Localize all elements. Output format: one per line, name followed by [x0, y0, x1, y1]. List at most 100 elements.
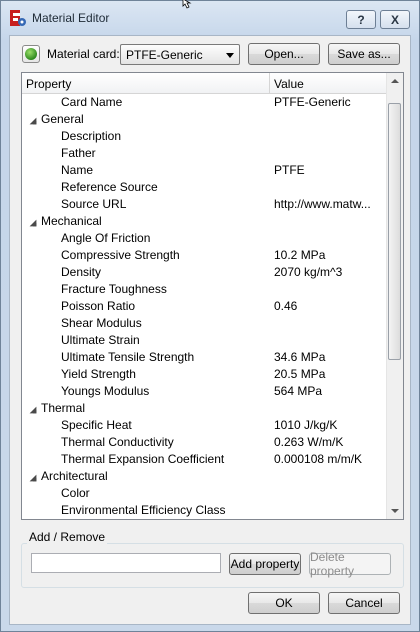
- property-name: Environmental Efficiency Class: [61, 503, 226, 517]
- property-value[interactable]: 0.263 W/m/K: [274, 434, 386, 451]
- tree-property-row[interactable]: Compressive Strength 10.2 MPa: [22, 247, 387, 264]
- group-name: Mechanical: [41, 214, 102, 228]
- tree-rows: Card Name PTFE-Generic General Description F…: [22, 94, 387, 519]
- tree-property-row[interactable]: Thermal Conductivity 0.263 W/m/K: [22, 434, 387, 451]
- tree-property-row[interactable]: Father: [22, 145, 387, 162]
- column-header-property[interactable]: Property: [26, 77, 71, 91]
- tree-property-row[interactable]: Reference Source: [22, 179, 387, 196]
- cancel-button[interactable]: Cancel: [328, 592, 400, 614]
- property-value[interactable]: 564 MPa: [274, 383, 386, 400]
- vertical-scrollbar[interactable]: [386, 73, 403, 519]
- tree-group-row[interactable]: Mechanical: [22, 213, 387, 230]
- tree-property-row[interactable]: Specific Heat 1010 J/kg/K: [22, 417, 387, 434]
- tree-property-row[interactable]: Youngs Modulus 564 MPa: [22, 383, 387, 400]
- tree-property-row[interactable]: Thermal Expansion Coefficient 0.000108 m/…: [22, 451, 387, 468]
- mouse-cursor-icon: [182, 0, 192, 9]
- tree-group-row[interactable]: Architectural: [22, 468, 387, 485]
- scroll-up-icon[interactable]: [391, 79, 399, 83]
- property-value[interactable]: 0.46: [274, 298, 386, 315]
- expanded-arrow-icon[interactable]: [29, 117, 37, 125]
- property-value[interactable]: 2070 kg/m^3: [274, 264, 386, 281]
- property-name: Card Name: [61, 95, 123, 109]
- property-name: Thermal Conductivity: [61, 435, 174, 449]
- scrollbar-thumb[interactable]: [388, 103, 401, 360]
- property-value[interactable]: PTFE-Generic: [274, 94, 386, 111]
- property-value[interactable]: 1010 J/kg/K: [274, 417, 386, 434]
- property-name: Shear Modulus: [61, 316, 142, 330]
- material-card-select[interactable]: PTFE-Generic: [120, 44, 240, 65]
- tree-property-row[interactable]: Environmental Efficiency Class: [22, 502, 387, 519]
- help-button[interactable]: ?: [346, 10, 376, 29]
- ok-button[interactable]: OK: [248, 592, 320, 614]
- property-name: Specific Heat: [61, 418, 132, 432]
- close-button[interactable]: X: [380, 10, 410, 29]
- property-name: Angle Of Friction: [61, 231, 151, 245]
- tree-header: Property Value: [22, 73, 387, 94]
- property-name: Poisson Ratio: [61, 299, 136, 313]
- property-name: Fracture Toughness: [61, 282, 167, 296]
- add-remove-title: Add / Remove: [27, 530, 108, 544]
- property-name: Color: [61, 486, 90, 500]
- tree-property-row[interactable]: Shear Modulus: [22, 315, 387, 332]
- property-name: Ultimate Tensile Strength: [61, 350, 195, 364]
- tree-property-row[interactable]: Ultimate Strain: [22, 332, 387, 349]
- material-globe-icon: [25, 48, 37, 60]
- property-name: Name: [61, 163, 94, 177]
- column-separator[interactable]: [269, 73, 270, 93]
- property-tree[interactable]: Property Value Card Name PTFE-Generic Gene…: [21, 72, 404, 520]
- window-title: Material Editor: [32, 11, 110, 25]
- save-as-button[interactable]: Save as...: [328, 43, 400, 65]
- chevron-down-icon: [226, 53, 234, 58]
- material-card-button[interactable]: [22, 45, 40, 63]
- tree-property-row[interactable]: Ultimate Tensile Strength 34.6 MPa: [22, 349, 387, 366]
- tree-property-row[interactable]: Fracture Toughness: [22, 281, 387, 298]
- tree-property-row[interactable]: Card Name PTFE-Generic: [22, 94, 387, 111]
- close-icon: X: [390, 12, 399, 27]
- tree-property-row[interactable]: Angle Of Friction: [22, 230, 387, 247]
- property-name: Father: [61, 146, 96, 160]
- column-header-value[interactable]: Value: [274, 77, 304, 91]
- property-value[interactable]: 20.5 MPa: [274, 366, 386, 383]
- property-name: Yield Strength: [61, 367, 136, 381]
- group-name: Architectural: [41, 469, 108, 483]
- property-value[interactable]: http://www.matw...: [274, 196, 386, 213]
- property-name-input[interactable]: [31, 553, 221, 573]
- material-card-label: Material card:: [47, 47, 120, 61]
- property-value[interactable]: PTFE: [274, 162, 386, 179]
- tree-group-row[interactable]: Thermal: [22, 400, 387, 417]
- freecad-app-icon: [10, 10, 26, 26]
- tree-property-row[interactable]: Color: [22, 485, 387, 502]
- add-property-button[interactable]: Add property: [229, 553, 301, 575]
- property-name: Youngs Modulus: [61, 384, 150, 398]
- tree-property-row[interactable]: Name PTFE: [22, 162, 387, 179]
- property-value[interactable]: 34.6 MPa: [274, 349, 386, 366]
- delete-property-button[interactable]: Delete property: [309, 550, 391, 578]
- group-name: General: [41, 112, 84, 126]
- tree-property-row[interactable]: Source URL http://www.matw...: [22, 196, 387, 213]
- material-editor-window: Material Editor ? X Material card: PTFE-…: [0, 0, 420, 632]
- scroll-down-icon[interactable]: [391, 509, 399, 513]
- open-button[interactable]: Open...: [248, 43, 320, 65]
- property-name: Thermal Expansion Coefficient: [61, 452, 225, 466]
- expanded-arrow-icon[interactable]: [29, 406, 37, 414]
- property-name: Reference Source: [61, 180, 158, 194]
- property-name: Ultimate Strain: [61, 333, 140, 347]
- expanded-arrow-icon[interactable]: [29, 474, 37, 482]
- property-name: Description: [61, 129, 122, 143]
- tree-property-row[interactable]: Density 2070 kg/m^3: [22, 264, 387, 281]
- material-card-value: PTFE-Generic: [126, 48, 203, 62]
- tree-group-row[interactable]: General: [22, 111, 387, 128]
- title-bar[interactable]: Material Editor ? X: [1, 0, 419, 35]
- dialog-body: Material card: PTFE-Generic Open... Save…: [9, 35, 411, 625]
- expanded-arrow-icon[interactable]: [29, 219, 37, 227]
- property-name: Source URL: [61, 197, 127, 211]
- group-name: Thermal: [41, 401, 86, 415]
- property-value[interactable]: 10.2 MPa: [274, 247, 386, 264]
- property-name: Density: [61, 265, 102, 279]
- tree-property-row[interactable]: Poisson Ratio 0.46: [22, 298, 387, 315]
- tree-property-row[interactable]: Yield Strength 20.5 MPa: [22, 366, 387, 383]
- property-value[interactable]: 0.000108 m/m/K: [274, 451, 386, 468]
- tree-property-row[interactable]: Description: [22, 128, 387, 145]
- help-icon: ?: [357, 12, 365, 27]
- property-name: Compressive Strength: [61, 248, 180, 262]
